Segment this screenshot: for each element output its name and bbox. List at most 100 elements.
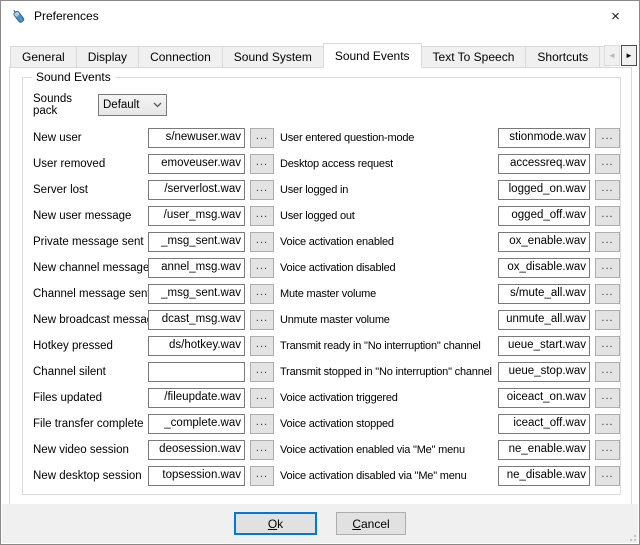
browse-button[interactable]: ... <box>250 466 274 486</box>
sound-event-label: File transfer complete <box>33 418 148 430</box>
sound-file-input[interactable]: ne_enable.wav <box>498 440 590 460</box>
browse-button[interactable]: ... <box>595 388 620 408</box>
tab-shortcuts[interactable]: Shortcuts <box>525 46 600 68</box>
sound-file-input[interactable] <box>148 362 245 382</box>
sound-event-label: Voice activation disabled via "Me" menu <box>280 470 498 482</box>
browse-button[interactable]: ... <box>250 388 274 408</box>
browse-button[interactable]: ... <box>250 128 274 148</box>
resize-grip[interactable] <box>626 531 636 541</box>
sound-events-page: Sound Events Sounds pack Default New use… <box>9 67 632 506</box>
sound-file-input[interactable]: s/mute_all.wav <box>498 284 590 304</box>
browse-button[interactable]: ... <box>250 206 274 226</box>
sounds-pack-select[interactable]: Default <box>98 94 167 116</box>
sound-event-row: User entered question-modestionmode.wav.… <box>280 125 620 151</box>
sound-file-input[interactable]: accessreq.wav <box>498 154 590 174</box>
sound-event-label: New video session <box>33 444 148 456</box>
sound-file-input[interactable]: ne_disable.wav <box>498 466 590 486</box>
sound-file-input[interactable]: s/newuser.wav <box>148 128 245 148</box>
browse-button[interactable]: ... <box>250 180 274 200</box>
tab-scroll-right-icon[interactable]: ► <box>621 45 637 66</box>
ok-button[interactable]: Ok <box>234 512 317 535</box>
browse-button[interactable]: ... <box>250 440 274 460</box>
sound-file-input[interactable]: iceact_off.wav <box>498 414 590 434</box>
browse-button[interactable]: ... <box>250 154 274 174</box>
title-bar[interactable]: Preferences × <box>1 1 639 31</box>
sound-file-input[interactable]: oiceact_on.wav <box>498 388 590 408</box>
sound-event-label: Unmute master volume <box>280 314 498 326</box>
browse-button[interactable]: ... <box>595 180 620 200</box>
sound-event-label: Private message sent <box>33 236 148 248</box>
sound-event-label: Voice activation stopped <box>280 418 498 430</box>
sound-event-row: New video sessiondeosession.wav... <box>33 437 274 463</box>
sound-file-input[interactable]: logged_on.wav <box>498 180 590 200</box>
close-icon[interactable]: × <box>593 2 638 31</box>
sound-file-input[interactable]: /serverlost.wav <box>148 180 245 200</box>
sound-event-label: New desktop session <box>33 470 148 482</box>
browse-button[interactable]: ... <box>250 414 274 434</box>
sound-file-input[interactable]: ds/hotkey.wav <box>148 336 245 356</box>
sound-file-input[interactable]: ueue_stop.wav <box>498 362 590 382</box>
sound-file-input[interactable]: /fileupdate.wav <box>148 388 245 408</box>
sound-file-input[interactable]: _complete.wav <box>148 414 245 434</box>
sound-file-input[interactable]: stionmode.wav <box>498 128 590 148</box>
sound-file-input[interactable]: unmute_all.wav <box>498 310 590 330</box>
sound-event-row: Server lost/serverlost.wav... <box>33 177 274 203</box>
sound-file-input[interactable]: ueue_start.wav <box>498 336 590 356</box>
tab-general[interactable]: General <box>10 46 77 68</box>
browse-button[interactable]: ... <box>595 154 620 174</box>
browse-button[interactable]: ... <box>595 128 620 148</box>
tab-connection[interactable]: Connection <box>138 46 223 68</box>
cancel-button[interactable]: Cancel <box>336 512 406 535</box>
sound-file-input[interactable]: topsession.wav <box>148 466 245 486</box>
sound-event-label: Voice activation disabled <box>280 262 498 274</box>
browse-button[interactable]: ... <box>250 336 274 356</box>
sound-event-row: Channel message sent_msg_sent.wav... <box>33 281 274 307</box>
sound-file-input[interactable]: dcast_msg.wav <box>148 310 245 330</box>
browse-button[interactable]: ... <box>595 466 620 486</box>
browse-button[interactable]: ... <box>595 232 620 252</box>
sounds-pack-label: Sounds pack <box>33 93 98 117</box>
sound-event-label: User entered question-mode <box>280 132 498 144</box>
browse-button[interactable]: ... <box>250 310 274 330</box>
tab-display[interactable]: Display <box>76 46 139 68</box>
sound-event-label: Desktop access request <box>280 158 498 170</box>
browse-button[interactable]: ... <box>595 206 620 226</box>
tab-scroll-left-icon[interactable]: ◄ <box>604 45 620 66</box>
sound-event-row: Voice activation enabled via "Me" menune… <box>280 437 620 463</box>
events-column-right: User entered question-modestionmode.wav.… <box>280 125 620 489</box>
browse-button[interactable]: ... <box>595 440 620 460</box>
sound-file-input[interactable]: /user_msg.wav <box>148 206 245 226</box>
browse-button[interactable]: ... <box>595 284 620 304</box>
sound-file-input[interactable]: deosession.wav <box>148 440 245 460</box>
sound-file-input[interactable]: emoveuser.wav <box>148 154 245 174</box>
sound-event-label: Voice activation enabled <box>280 236 498 248</box>
browse-button[interactable]: ... <box>595 258 620 278</box>
browse-button[interactable]: ... <box>250 284 274 304</box>
sound-file-input[interactable]: ox_disable.wav <box>498 258 590 278</box>
sound-file-input[interactable]: ogged_off.wav <box>498 206 590 226</box>
sound-event-label: Voice activation enabled via "Me" menu <box>280 444 498 456</box>
sound-event-row: New channel messageannel_msg.wav... <box>33 255 274 281</box>
browse-button[interactable]: ... <box>595 362 620 382</box>
sound-event-row: User logged inlogged_on.wav... <box>280 177 620 203</box>
browse-button[interactable]: ... <box>595 336 620 356</box>
browse-button[interactable]: ... <box>595 414 620 434</box>
sound-event-row: Hotkey pressedds/hotkey.wav... <box>33 333 274 359</box>
sound-file-input[interactable]: _msg_sent.wav <box>148 232 245 252</box>
tab-sound-system[interactable]: Sound System <box>222 46 324 68</box>
browse-button[interactable]: ... <box>250 258 274 278</box>
tab-sound-events[interactable]: Sound Events <box>323 43 422 68</box>
sound-file-input[interactable]: annel_msg.wav <box>148 258 245 278</box>
browse-button[interactable]: ... <box>250 362 274 382</box>
sound-event-row: Transmit ready in "No interruption" chan… <box>280 333 620 359</box>
sound-event-label: User logged in <box>280 184 498 196</box>
tab-text-to-speech[interactable]: Text To Speech <box>421 46 527 68</box>
sound-file-input[interactable]: ox_enable.wav <box>498 232 590 252</box>
sound-event-row: Voice activation disabled via "Me" menun… <box>280 463 620 489</box>
browse-button[interactable]: ... <box>250 232 274 252</box>
sound-event-row: Channel silent... <box>33 359 274 385</box>
browse-button[interactable]: ... <box>595 310 620 330</box>
sound-event-label: Channel silent <box>33 366 148 378</box>
sound-event-label: Server lost <box>33 184 148 196</box>
sound-file-input[interactable]: _msg_sent.wav <box>148 284 245 304</box>
